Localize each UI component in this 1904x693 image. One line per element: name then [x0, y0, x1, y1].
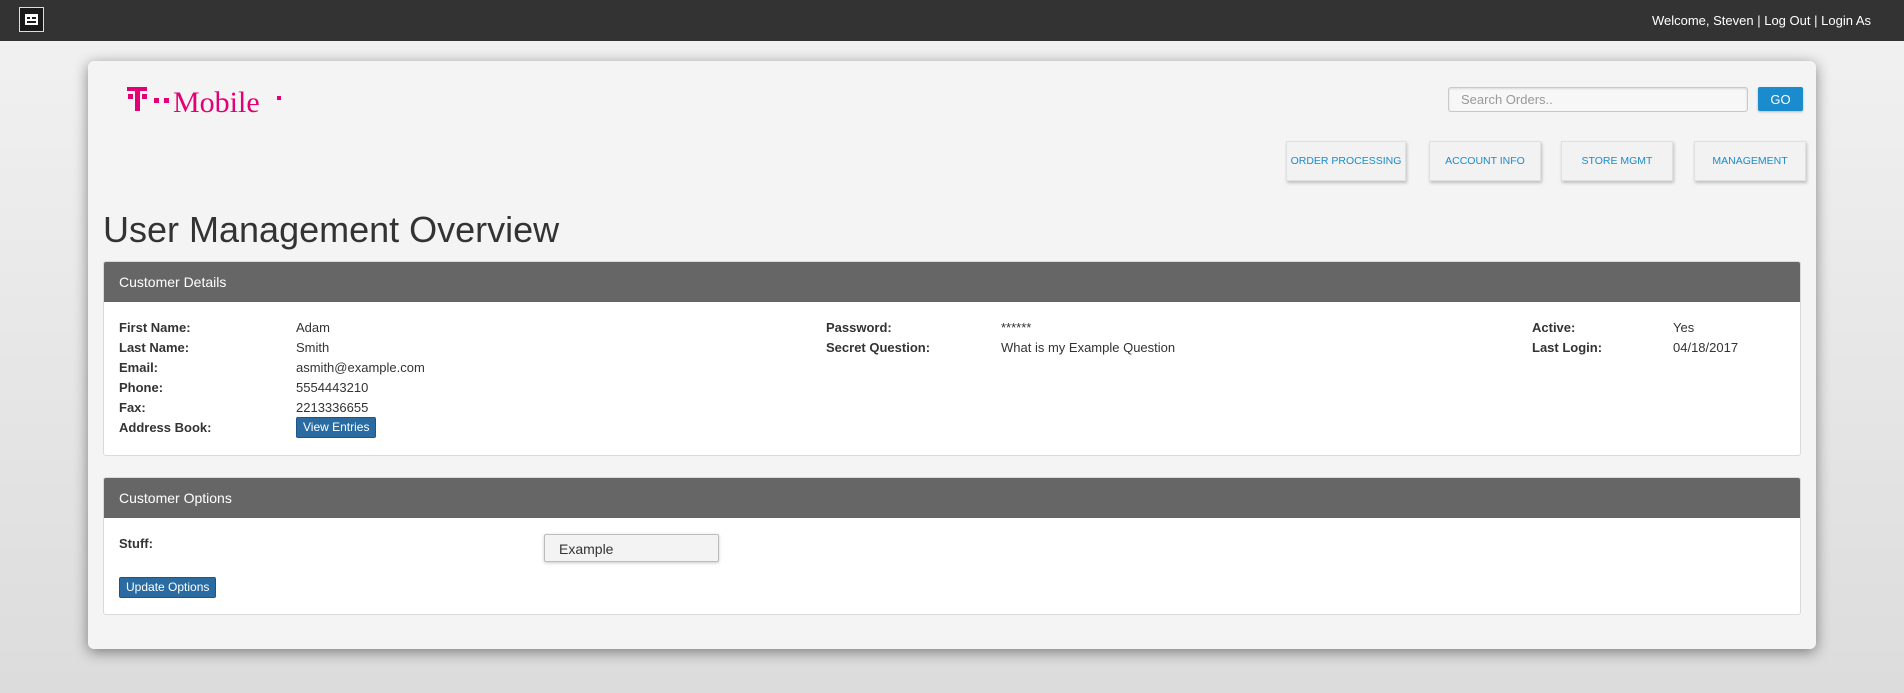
page-title: User Management Overview — [103, 209, 560, 250]
go-button[interactable]: GO — [1758, 87, 1803, 111]
main-card: Mobile GO ORDER PROCESSING ACCOUNT INFO … — [88, 61, 1816, 649]
stuff-select[interactable]: Example — [544, 534, 719, 562]
update-options-button[interactable]: Update Options — [119, 577, 217, 598]
search-input[interactable] — [1448, 87, 1748, 112]
password-value: ****** — [1001, 320, 1032, 335]
address-book-label: Address Book: — [119, 420, 212, 435]
last-login-label: Last Login: — [1532, 340, 1603, 355]
last-name-value: Smith — [296, 340, 330, 355]
active-label: Active: — [1532, 320, 1576, 335]
t-mobile-logo-icon: Mobile — [127, 86, 281, 116]
user-links: Welcome, Steven | Log Out | Login As — [1652, 13, 1871, 28]
welcome-text: Welcome, Steven — [1651, 13, 1754, 28]
view-entries-button[interactable]: View Entries — [296, 417, 377, 438]
active-value: Yes — [1673, 320, 1695, 335]
nav-management[interactable]: MANAGEMENT — [1694, 141, 1806, 181]
customer-options-heading: Customer Options — [104, 478, 1800, 518]
last-name-label: Last Name: — [119, 340, 190, 355]
phone-label: Phone: — [119, 380, 164, 395]
first-name-value: Adam — [296, 320, 330, 335]
logout-link[interactable]: Log Out — [1764, 13, 1810, 28]
app-icon[interactable] — [19, 7, 44, 32]
email-label: Email: — [119, 360, 159, 375]
nav-account-info[interactable]: ACCOUNT INFO — [1429, 141, 1541, 181]
separator: | — [1757, 13, 1761, 28]
customer-details-heading: Customer Details — [104, 262, 1800, 302]
fax-label: Fax: — [119, 400, 146, 415]
nav-store-mgmt[interactable]: STORE MGMT — [1561, 141, 1673, 181]
fax-value: 2213336655 — [296, 400, 369, 415]
top-bar: Welcome, Steven | Log Out | Login As — [0, 0, 1904, 41]
first-name-label: First Name: — [119, 320, 191, 335]
nav-order-processing[interactable]: ORDER PROCESSING — [1286, 141, 1406, 181]
svg-text:Mobile: Mobile — [173, 86, 260, 116]
secret-question-label: Secret Question: — [826, 340, 931, 355]
password-label: Password: — [826, 320, 892, 335]
email-value: asmith@example.com — [296, 360, 425, 375]
stuff-label: Stuff: — [119, 536, 153, 551]
customer-options-panel: Customer Options Stuff: Example Update O… — [103, 477, 1801, 615]
secret-question-value: What is my Example Question — [1001, 340, 1176, 355]
last-login-value: 04/18/2017 — [1673, 340, 1739, 355]
brand-logo[interactable]: Mobile — [127, 82, 287, 116]
customer-details-panel: Customer Details First Name: Adam Last N… — [103, 261, 1801, 456]
separator: | — [1814, 13, 1818, 28]
login-as-link[interactable]: Login As — [1821, 13, 1871, 28]
phone-value: 5554443210 — [296, 380, 369, 395]
